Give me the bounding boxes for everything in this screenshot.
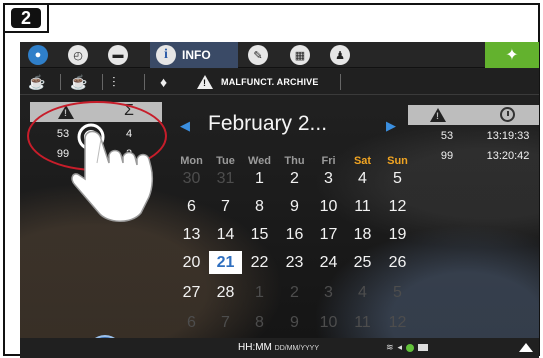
warning-icon: ! — [430, 108, 446, 122]
weekday-label: Wed — [247, 155, 272, 167]
calendar-day[interactable]: 11 — [346, 311, 379, 334]
calculator-icon[interactable]: ▦ — [290, 45, 310, 65]
calendar-day[interactable]: 18 — [346, 223, 379, 246]
calendar-day-selected[interactable]: 21 — [209, 251, 242, 274]
expand-up-icon[interactable] — [519, 343, 533, 352]
calendar-day[interactable]: 2 — [278, 167, 311, 190]
calendar-day[interactable]: 11 — [346, 195, 379, 218]
calendar-day[interactable]: 10 — [312, 195, 345, 218]
info-icon: i — [156, 45, 176, 65]
calendar-day[interactable]: 16 — [278, 223, 311, 246]
calendar-day[interactable]: 15 — [243, 223, 276, 246]
month-navigator: ◀ February 2... ▶ — [180, 112, 400, 140]
calendar-day[interactable]: 25 — [346, 251, 379, 274]
calendar-day[interactable]: 7 — [209, 195, 242, 218]
calendar-day[interactable]: 12 — [381, 195, 414, 218]
divider — [102, 74, 103, 90]
log-code: 99 — [440, 150, 454, 162]
calendar-day[interactable]: 8 — [243, 311, 276, 334]
weekday-label: Mon — [180, 155, 203, 167]
coffee-cup-icon[interactable]: ☕ — [28, 73, 45, 91]
step-badge: 2 — [5, 5, 49, 33]
calendar-day[interactable]: 26 — [381, 251, 414, 274]
calendar-day[interactable]: 4 — [346, 167, 379, 190]
divider — [340, 74, 341, 90]
calendar-day[interactable]: 5 — [381, 281, 414, 304]
divider — [144, 74, 145, 90]
calendar-day[interactable]: 14 — [209, 223, 242, 246]
cup-steam-icon[interactable]: ☕ — [70, 73, 87, 91]
settings-sliders-icon[interactable]: ⫶ — [112, 73, 116, 91]
tab-info[interactable]: i INFO — [150, 42, 238, 68]
weekday-label: Sun — [387, 155, 408, 167]
log-time: 13:19:33 — [486, 130, 530, 142]
calendar-day[interactable]: 1 — [243, 281, 276, 304]
calendar-day[interactable]: 22 — [243, 251, 276, 274]
calendar-day[interactable]: 19 — [381, 223, 414, 246]
log-time: 13:20:42 — [486, 150, 530, 162]
prev-month-button[interactable]: ◀ — [180, 118, 190, 134]
month-title: February 2... — [208, 112, 328, 135]
pencil-icon[interactable]: ✎ — [248, 45, 268, 65]
calendar-day[interactable]: 6 — [175, 195, 208, 218]
log-header: ! — [408, 105, 539, 125]
calendar-day[interactable]: 9 — [278, 195, 311, 218]
weekday-label: Fri — [321, 155, 336, 167]
tab-malfunction-archive[interactable]: ! MALFUNCT. ARCHIVE — [197, 69, 319, 95]
calendar-day[interactable]: 12 — [381, 311, 414, 334]
calendar-day[interactable]: 3 — [312, 281, 345, 304]
calendar-day[interactable]: 9 — [278, 311, 311, 334]
folder-icon[interactable]: ▬ — [108, 45, 128, 65]
calendar-day[interactable]: 27 — [175, 281, 208, 304]
calendar-day[interactable]: 28 — [209, 281, 242, 304]
user-icon[interactable]: ♟ — [330, 45, 350, 65]
calendar-day[interactable]: 3 — [312, 167, 345, 190]
next-month-button[interactable]: ▶ — [386, 118, 396, 134]
wifi-icon: ≋ — [386, 342, 394, 352]
wrench-icon[interactable]: ✦ — [485, 42, 539, 68]
malfunction-archive-label: MALFUNCT. ARCHIVE — [221, 77, 319, 87]
datetime-format: HH:MM DD/MM/YYYY — [238, 342, 319, 353]
tab-info-label: INFO — [182, 48, 211, 62]
calendar-day[interactable]: 30 — [175, 167, 208, 190]
warning-icon: ! — [197, 75, 213, 89]
calendar-day[interactable]: 13 — [175, 223, 208, 246]
calendar-day[interactable]: 2 — [278, 281, 311, 304]
sound-icon: ◂ — [397, 342, 403, 352]
weekday-label: Tue — [216, 155, 235, 167]
calendar-day[interactable]: 5 — [381, 167, 414, 190]
tap-hand-icon — [71, 123, 154, 222]
battery-icon — [418, 344, 429, 351]
time-format: HH:MM — [238, 342, 272, 353]
log-code: 53 — [440, 130, 454, 142]
calendar-day[interactable]: 4 — [346, 281, 379, 304]
weekday-label: Thu — [284, 155, 305, 167]
status-bar: HH:MM DD/MM/YYYY ≋ ◂ — [20, 338, 539, 358]
status-icons: ≋ ◂ — [386, 342, 429, 353]
calendar-day[interactable]: 17 — [312, 223, 345, 246]
water-drop-icon[interactable]: ● — [28, 45, 48, 65]
calendar-day[interactable]: 31 — [209, 167, 242, 190]
status-led-icon — [406, 343, 415, 352]
calendar-day[interactable]: 7 — [209, 311, 242, 334]
clock-icon — [500, 107, 515, 122]
drop-icon[interactable]: ♦ — [160, 73, 167, 91]
calendar-day[interactable]: 20 — [175, 251, 208, 274]
calendar-day[interactable]: 10 — [312, 311, 345, 334]
info-sub-nav: ☕ ☕ ⫶ ♦ ! MALFUNCT. ARCHIVE — [20, 69, 539, 95]
top-nav-bar: ● ◴ ▬ i INFO ✎ ▦ ♟ ✦ — [20, 42, 539, 68]
calendar-day[interactable]: 1 — [243, 167, 276, 190]
instruction-frame: 2 ● ◴ ▬ i INFO ✎ ▦ ♟ ✦ ☕ ☕ ⫶ ♦ ! MALFUNC… — [3, 3, 540, 358]
calendar-day[interactable]: 23 — [278, 251, 311, 274]
calendar-day[interactable]: 8 — [243, 195, 276, 218]
clock-icon[interactable]: ◴ — [68, 45, 88, 65]
calendar-day[interactable]: 24 — [312, 251, 345, 274]
step-number: 2 — [11, 8, 41, 28]
calendar-day[interactable]: 6 — [175, 311, 208, 334]
divider — [60, 74, 61, 90]
weekday-label: Sat — [353, 155, 372, 167]
date-format: DD/MM/YYYY — [274, 345, 320, 352]
